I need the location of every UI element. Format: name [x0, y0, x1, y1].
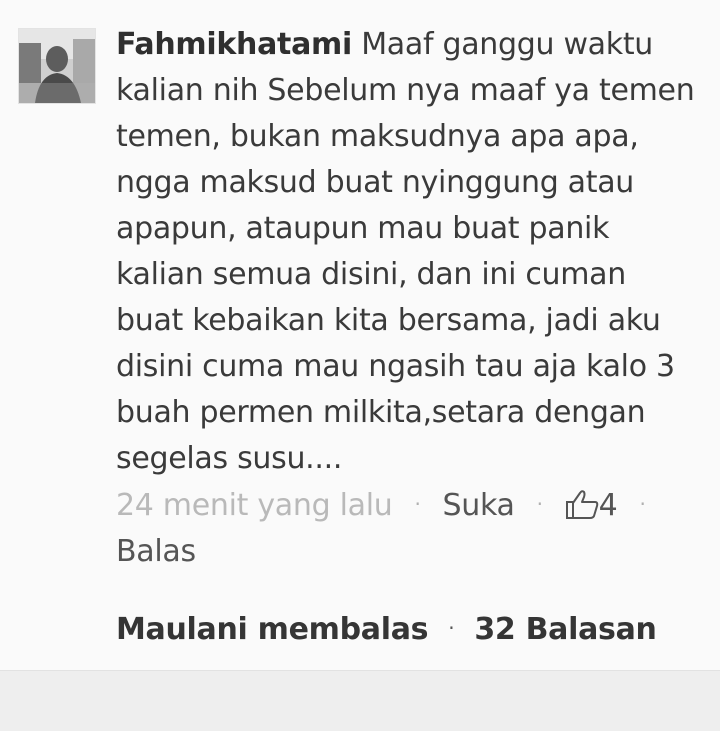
separator-dot: · — [448, 616, 455, 640]
reply-button[interactable]: Balas — [116, 529, 696, 575]
separator-dot: · — [639, 492, 646, 516]
separator-dot: · — [414, 492, 421, 516]
avatar-image — [19, 29, 95, 103]
like-count: 4 — [598, 488, 618, 523]
replies-summary[interactable]: Maulani membalas · 32 Balasan — [116, 606, 657, 652]
separator-dot: · — [536, 492, 543, 516]
like-button[interactable]: Suka — [443, 488, 515, 523]
comment-author[interactable]: Fahmikhatami — [116, 27, 352, 62]
bottom-bar — [0, 670, 720, 731]
thumbs-up-icon[interactable] — [565, 487, 599, 519]
last-replier[interactable]: Maulani membalas — [116, 612, 429, 647]
replies-count[interactable]: 32 Balasan — [474, 612, 657, 647]
avatar[interactable] — [18, 28, 96, 104]
comment-timestamp[interactable]: 24 menit yang lalu — [116, 488, 393, 523]
comment-actions: 24 menit yang lalu · Suka · 4 · Balas — [116, 481, 696, 575]
comment-item: Fahmikhatami Maaf ganggu waktu kalian ni… — [0, 0, 720, 670]
comment-text: Maaf ganggu waktu kalian nih Sebelum nya… — [116, 27, 695, 476]
comment-body: Fahmikhatami Maaf ganggu waktu kalian ni… — [116, 22, 696, 482]
